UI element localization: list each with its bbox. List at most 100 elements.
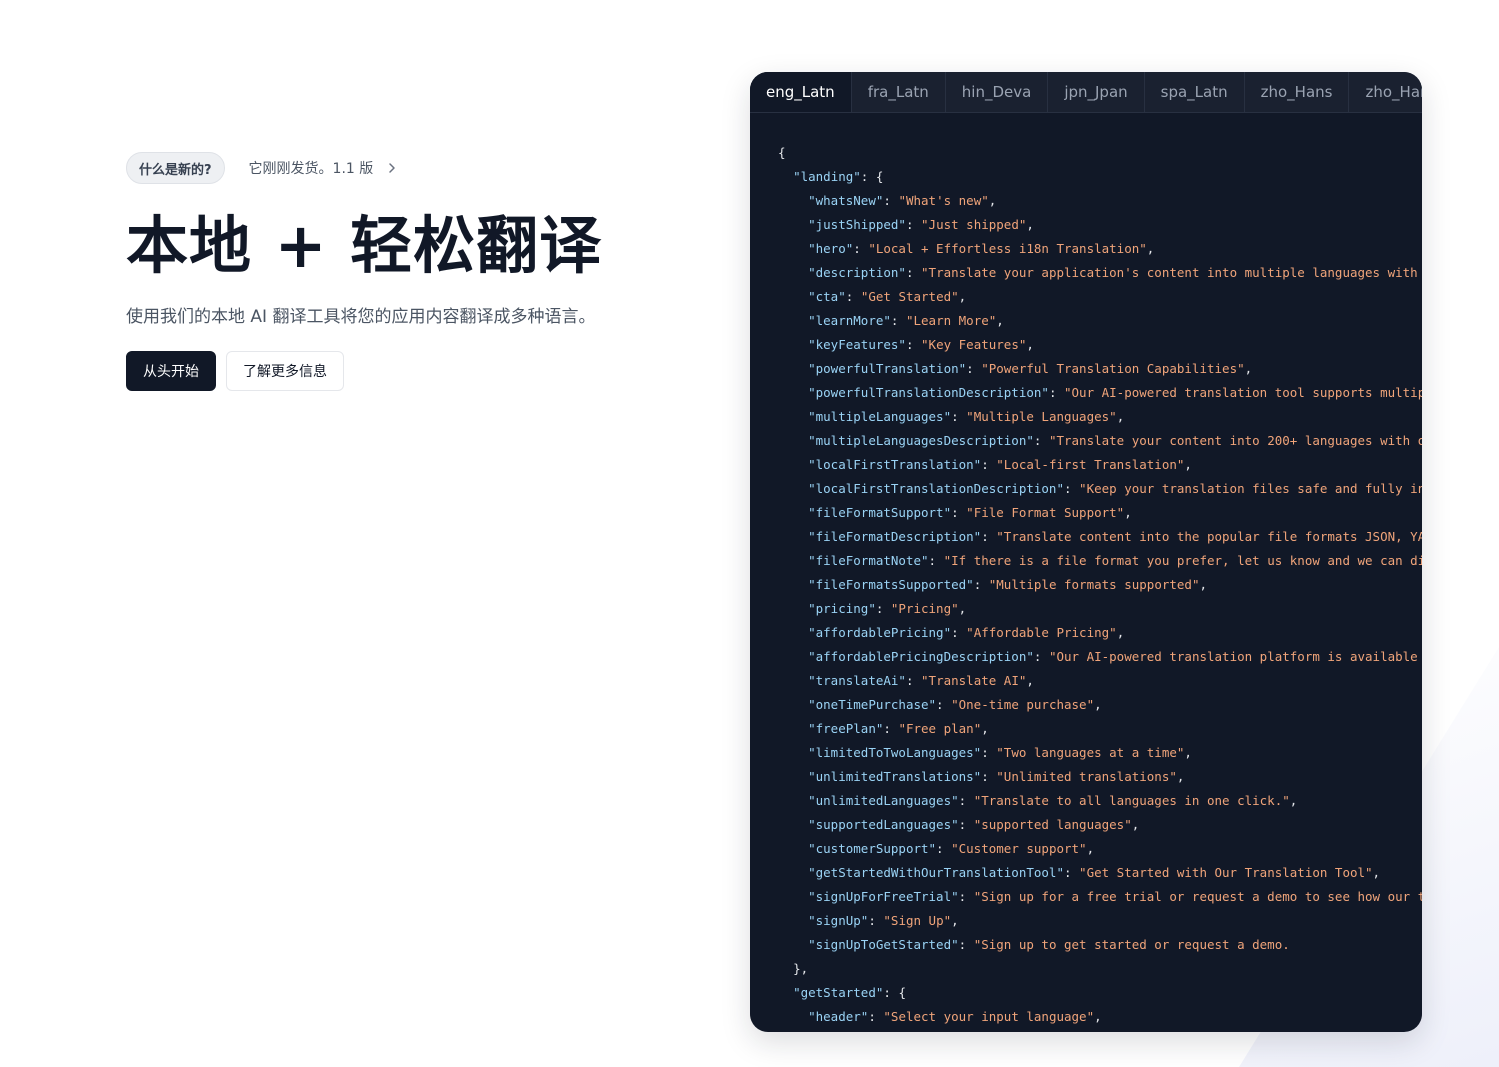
json-string: "Keep your translation files safe and fu… [1079,481,1422,496]
code-line: "multipleLanguagesDescription": "Transla… [778,433,1422,448]
code-line: "affordablePricing": "Affordable Pricing… [808,625,1125,640]
code-line: "keyFeatures": "Key Features", [808,337,1034,352]
json-string: "Get Started" [860,289,959,304]
json-key: "learnMore" [808,313,891,328]
code-punct: { [875,169,884,184]
tab-spa-latn[interactable]: spa_Latn [1145,72,1245,112]
chevron-right-icon [389,163,396,173]
tab-hin-deva[interactable]: hin_Deva [946,72,1049,112]
tab-jpn-jpan[interactable]: jpn_Jpan [1048,72,1145,112]
json-string: "Unlimited translations" [996,769,1177,784]
json-string: "Sign up to get started or request a dem… [973,937,1290,952]
code-line: "justShipped": "Just shipped", [808,217,1034,232]
code-line: "cta": "Get Started", [808,289,967,304]
code-line: "limitedToTwoLanguages": "Two languages … [808,745,1192,760]
code-punct: { [898,985,906,1000]
code-line: "supportedLanguages": "supported languag… [808,817,1140,832]
json-key: "pricing" [808,601,876,616]
tab-zho-hant[interactable]: zho_Hant [1349,72,1422,112]
json-key: "landing" [793,169,861,184]
json-string: "Free plan" [898,721,982,736]
json-key: "description" [808,265,906,280]
code-line: "pricing": "Pricing", [808,601,967,616]
json-string: "What's new" [898,193,989,208]
code-line: "fileFormatNote": "If there is a file fo… [778,553,1422,568]
code-line: "getStarted": { [793,985,906,1000]
code-line: "oneTimePurchase": "One-time purchase", [808,697,1102,712]
code-line: "translateAi": "Translate AI", [808,673,1034,688]
code-line: "learnMore": "Learn More", [808,313,1004,328]
json-string: "Customer support" [951,841,1087,856]
json-string: "Two languages at a time" [996,745,1185,760]
code-line: "localFirstTranslation": "Local-first Tr… [808,457,1192,472]
tab-fra-latn[interactable]: fra_Latn [852,72,946,112]
json-string: "Our AI-powered translation tool support… [1064,385,1422,400]
json-string: "Translate to all languages in one click… [973,793,1290,808]
code-line: "signUpForFreeTrial": "Sign up for a fre… [778,889,1422,904]
code-line: "unlimitedTranslations": "Unlimited tran… [808,769,1185,784]
json-key: "supportedLanguages" [808,817,959,832]
json-key: "powerfulTranslation" [808,361,967,376]
json-key: "fileFormatsSupported" [808,577,974,592]
get-started-button[interactable]: 从头开始 [126,351,216,392]
learn-more-button[interactable]: 了解更多信息 [226,351,344,392]
json-string: "Key Features" [921,337,1027,352]
json-key: "oneTimePurchase" [808,697,937,712]
json-key: "multipleLanguagesDescription" [808,433,1034,448]
json-string: "If there is a file format you prefer, l… [943,553,1422,568]
code-line: "customerSupport": "Customer support", [808,841,1095,856]
code-preview-panel: eng_Latn fra_Latn hin_Deva jpn_Jpan spa_Latn… [750,72,1422,1032]
json-key: "freePlan" [808,721,884,736]
code-line: "affordablePricingDescription": "Our AI-… [778,649,1422,664]
json-key: "fileFormatDescription" [808,529,982,544]
tab-eng-latn[interactable]: eng_Latn [750,72,852,112]
json-string: "Translate your content into 200+ langua… [1048,433,1422,448]
page-title: 本地 + 轻松翻译 [126,209,603,282]
json-string: "Get Started with Our Translation Tool" [1079,865,1373,880]
json-string: "Local-first Translation" [996,457,1185,472]
code-punct: }, [793,961,809,976]
code-line: "unlimitedLanguages": "Translate to all … [808,793,1298,808]
release-link-text: 它刚刚发货。1.1 版 [248,161,374,177]
code-line: "fileFormatDescription": "Translate cont… [778,529,1422,544]
json-key: "unlimitedTranslations" [808,769,982,784]
json-code-block: { "landing": { "whatsNew": "What's new",… [750,113,1422,1029]
json-key: "signUpToGetStarted" [808,937,959,952]
code-line: "powerfulTranslationDescription": "Our A… [778,385,1422,400]
json-key: "header" [808,1009,869,1024]
json-string: "One-time purchase" [951,697,1095,712]
code-line: "signUpToGetStarted": "Sign up to get st… [808,937,1290,952]
json-key: "signUpForFreeTrial" [808,889,959,904]
code-line: "fileFormatSupport": "File Format Suppor… [808,505,1132,520]
json-key: "multipleLanguages" [808,409,952,424]
code-line: { [778,145,786,160]
json-key: "affordablePricingDescription" [808,649,1034,664]
json-key: "whatsNew" [808,193,884,208]
whats-new-pill[interactable]: 什么是新的? [126,152,225,184]
json-key: "fileFormatNote" [808,553,929,568]
json-key: "limitedToTwoLanguages" [808,745,982,760]
code-line: "multipleLanguages": "Multiple Languages… [808,409,1125,424]
json-string: "Translate AI" [921,673,1027,688]
json-string: "Local + Effortless i18n Translation" [868,241,1147,256]
json-string: "Translate content into the popular file… [996,529,1422,544]
json-string: "Sign Up" [883,913,952,928]
json-string: "Sign up for a free trial or request a d… [973,889,1422,904]
json-key: "powerfulTranslationDescription" [808,385,1049,400]
code-line: "fileFormatsSupported": "Multiple format… [808,577,1207,592]
release-link[interactable]: 它刚刚发货。1.1 版 [249,158,400,178]
json-string: "Our AI-powered translation platform is … [1048,649,1422,664]
json-string: "File Format Support" [966,505,1125,520]
tab-zho-hans[interactable]: zho_Hans [1245,72,1350,112]
code-line: "powerfulTranslation": "Powerful Transla… [808,361,1253,376]
json-key: "unlimitedLanguages" [808,793,959,808]
json-string: "Multiple Languages" [966,409,1117,424]
code-line: "localFirstTranslationDescription": "Kee… [778,481,1422,496]
json-string: "Just shipped" [921,217,1027,232]
json-string: "Affordable Pricing" [966,625,1117,640]
json-key: "translateAi" [808,673,906,688]
code-line: "signUp": "Sign Up", [808,913,959,928]
code-line: "freePlan": "Free plan", [808,721,989,736]
announcement-bar: 什么是新的? 它刚刚发货。1.1 版 [126,152,686,184]
json-key: "getStartedWithOurTranslationTool" [808,865,1064,880]
